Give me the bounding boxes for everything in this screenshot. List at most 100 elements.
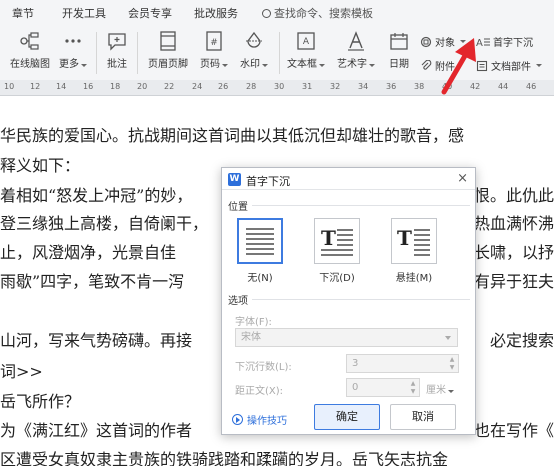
doc-line: 华民族的爱国心。抗战期间这首词曲以其低沉但却雄壮的歌音，感 [0,126,465,145]
section-position-label: 位置 [228,202,248,213]
doc-line: 词>> [0,362,43,381]
ribbon-divider [96,32,97,74]
stepper-down-icon[interactable]: ▼ [448,364,456,372]
doc-line: 为《满江红》这首词的作者 [0,421,193,440]
chevron-down-icon [536,64,542,67]
paperclip-icon [421,59,432,70]
comment-button[interactable]: 批注 [102,30,132,70]
tab-member[interactable]: 会员专享 [128,5,172,21]
doc-line: 区遭受女真奴隶主贵族的铁骑践踏和蹂躏的岁月。岳飞矢志抗金 [0,450,449,466]
menu-bar: 章节 开发工具 会员专享 批改服务 查找命令、搜索模板 [0,0,554,24]
doc-line-fragment: 热血满怀沸 [474,214,554,233]
dropcap-drop-icon: T [321,226,353,256]
dropcap-option-margin[interactable]: T [391,218,437,264]
doc-line-fragment: 必定搜索 [490,331,554,350]
tab-developer[interactable]: 开发工具 [62,5,106,21]
chevron-down-icon [448,390,454,393]
lines-stepper[interactable]: 3 ▲ ▼ [346,354,459,373]
tips-link[interactable]: 操作技巧 [232,412,287,427]
stepper-down-icon[interactable]: ▼ [409,388,417,396]
page-number-button[interactable]: # 页码 [196,30,232,70]
doc-line: 登三缘独上高楼，自倚阑干， [0,214,209,233]
dropcap-icon: A [476,38,490,48]
page-number-icon: # [206,31,222,51]
chevron-down-icon [222,64,228,67]
doc-line: 雨歇”四字，笔致不肯一泻 [0,272,185,291]
doc-line: 着相如“怒发上冲冠”的妙， [0,186,193,205]
date-button[interactable]: 日期 [384,30,414,70]
header-footer-button[interactable]: 页眉页脚 [142,30,194,70]
dropcap-none-icon [246,228,274,255]
distance-label: 距正文(X): [235,386,284,397]
attachment-button[interactable]: 附件 [420,58,455,73]
doc-line: 止，风澄烟净，光景自佳 [0,243,177,262]
dropcap-button[interactable]: A 首字下沉 [476,34,533,50]
wordart-button[interactable]: 艺术字 [334,30,378,70]
chevron-down-icon [262,64,268,67]
close-icon[interactable]: × [457,171,468,186]
horizontal-ruler: 10 12 14 16 18 20 22 24 26 28 30 31 32 3… [0,80,554,96]
svg-text:A: A [476,38,483,48]
command-search[interactable]: 查找命令、搜索模板 [262,5,373,21]
doc-line-fragment: 也在写作《 [474,421,554,440]
section-divider [252,299,470,300]
svg-text:T: T [321,226,336,250]
chevron-down-icon [445,336,451,340]
tab-review-service[interactable]: 批改服务 [194,5,238,21]
object-button[interactable]: 对象 [420,34,466,49]
chevron-down-icon [319,64,325,67]
font-label: 字体(F): [235,317,272,328]
chevron-down-icon [369,64,375,67]
section-divider [252,205,470,206]
more-button[interactable]: 更多 [56,30,90,70]
ok-button[interactable]: 确定 [314,404,380,430]
calendar-icon [390,33,408,50]
comment-icon [108,33,126,51]
dropcap-margin-icon: T [397,226,430,256]
tab-chapter[interactable]: 章节 [12,5,34,21]
distance-stepper[interactable]: 0 ▲ ▼ [346,378,420,397]
mindmap-button[interactable]: 在线脑图 [6,30,54,70]
textbox-button[interactable]: A 文本框 [284,30,328,70]
textbox-icon: A [297,32,315,50]
svg-text:A: A [303,37,310,47]
search-icon [262,9,271,18]
stepper-up-icon[interactable]: ▲ [448,356,456,364]
doc-line-fragment: 恨。此仇此 [474,186,554,205]
search-placeholder: 查找命令、搜索模板 [274,7,373,20]
dropcap-dialog: W 首字下沉 × 位置 无(N) T 下沉(D) T 悬挂(M) 选项 字体(F… [221,167,476,435]
mindmap-icon [20,32,39,50]
doc-parts-button[interactable]: 文档部件 [476,58,542,73]
doc-line: 岳飞所作？ [0,392,81,411]
font-select[interactable]: 宋体 [235,328,458,347]
dialog-titlebar[interactable]: W 首字下沉 × [222,168,475,190]
wps-logo-icon: W [228,173,241,186]
doc-line-fragment: 有异于狂夫 [474,272,554,291]
ribbon-divider [137,32,138,74]
more-dots-icon [65,39,81,43]
chevron-down-icon [460,40,466,43]
svg-text:T: T [397,226,412,250]
dropcap-margin-label: 悬挂(M) [395,273,433,284]
lines-label: 下沉行数(L): [235,362,292,373]
wordart-icon [348,31,364,51]
watermark-button[interactable]: 水印 [236,30,272,70]
section-options-label: 选项 [228,296,248,307]
stepper-up-icon[interactable]: ▲ [409,380,417,388]
cancel-button[interactable]: 取消 [390,404,456,430]
dropcap-none-label: 无(N) [247,273,273,284]
doc-line: 山河，写来气势磅礴。再接 [0,331,193,350]
dropcap-option-drop[interactable]: T [314,218,360,264]
dropcap-option-none[interactable] [237,218,283,264]
dialog-title: 首字下沉 [246,175,290,188]
distance-unit-select[interactable]: 厘米 [426,381,454,396]
chevron-down-icon [81,64,87,67]
object-icon [420,36,432,47]
watermark-icon [246,31,262,48]
svg-text:#: # [210,38,218,48]
ribbon-divider [279,32,280,74]
play-icon [232,414,243,425]
doc-line: 释义如下： [0,156,81,175]
doc-parts-icon [476,60,488,71]
doc-line-fragment: 长啸，以抒 [474,243,554,262]
